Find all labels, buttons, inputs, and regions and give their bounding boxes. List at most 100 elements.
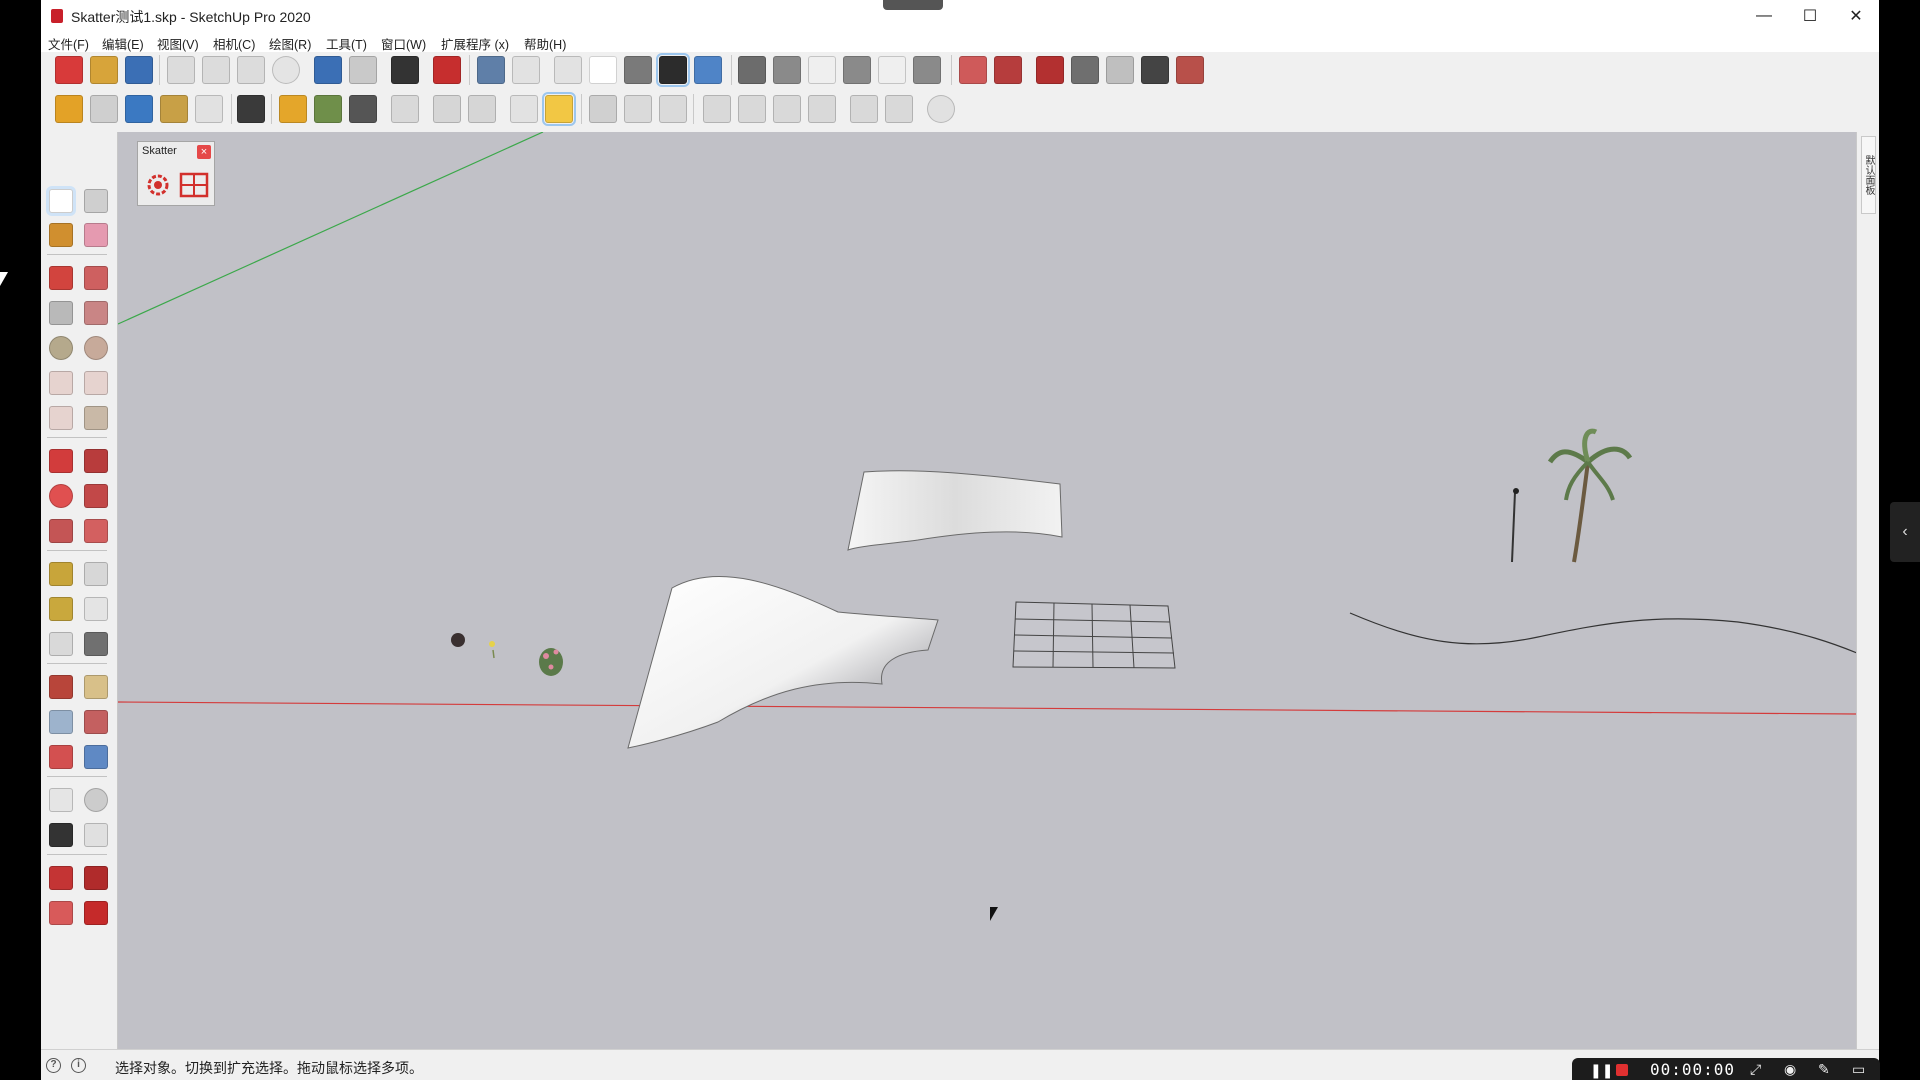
tape-measure-icon[interactable] [49,562,73,586]
palm-tree-object[interactable] [1547,428,1633,563]
sandbox-drape-icon[interactable] [1176,56,1204,84]
menu-window[interactable]: 窗口(W) [381,34,426,53]
upper-surface-object[interactable] [847,470,1063,551]
close-button[interactable]: ✕ [1833,0,1879,32]
scene-1-icon[interactable] [703,95,731,123]
recorder-pen-icon[interactable]: ✎ [1818,1061,1830,1078]
line-tool-icon[interactable] [49,266,73,290]
spline-curve[interactable] [1349,612,1856,662]
skatter-grid-icon[interactable] [178,170,210,200]
render-plant-icon[interactable] [314,95,342,123]
comment-icon[interactable] [510,95,538,123]
grid-object[interactable] [1012,601,1176,669]
vr-headset-icon[interactable] [237,95,265,123]
recorder-fullscreen-icon[interactable]: ⤢ [1750,1061,1761,1078]
zoom-extents-icon[interactable] [49,745,73,769]
three-point-arc-icon[interactable] [49,406,73,430]
back-view-icon[interactable] [878,56,906,84]
minimize-button[interactable]: — [1741,0,1787,32]
rotated-rectangle-icon[interactable] [84,301,108,325]
orbit-tool-icon[interactable] [49,675,73,699]
layer-manager-icon[interactable] [55,95,83,123]
iso-view-icon[interactable] [738,56,766,84]
copy-icon[interactable] [202,56,230,84]
bush-plant-object[interactable] [539,648,563,676]
send-to-layout-icon[interactable] [49,901,73,925]
section-plane-icon[interactable] [589,95,617,123]
menu-edit[interactable]: 编辑(E) [102,34,144,53]
recorder-pause-button[interactable]: ❚❚ [1590,1062,1613,1079]
options-sliders-icon[interactable] [468,95,496,123]
render-frame-icon[interactable] [349,95,377,123]
model-info-icon[interactable] [433,56,461,84]
menu-file[interactable]: 文件(F) [48,34,89,53]
geo-location-status-icon[interactable]: ? [46,1058,61,1073]
scene-4-icon[interactable] [808,95,836,123]
layers-stack-icon[interactable] [125,95,153,123]
section-cuts-icon[interactable] [624,95,652,123]
sphere-object[interactable] [451,633,465,647]
maximize-button[interactable]: ☐ [1787,0,1833,32]
scene-5-icon[interactable] [850,95,878,123]
circle-tool-icon[interactable] [49,336,73,360]
left-view-icon[interactable] [913,56,941,84]
position-camera-icon[interactable] [49,788,73,812]
menu-extensions[interactable]: 扩展程序 (x) [441,34,509,53]
back-edges-style-icon[interactable] [512,56,540,84]
text-tool-icon[interactable] [84,597,108,621]
default-tray-tab[interactable]: 默认面板 [1861,136,1876,214]
skatter-gear-icon[interactable] [142,170,174,200]
top-view-icon[interactable] [773,56,801,84]
recorder-camera-icon[interactable]: ◉ [1784,1061,1796,1078]
erase-selection-icon[interactable] [272,56,300,84]
sound-icon[interactable] [391,95,419,123]
redo-icon[interactable] [349,56,377,84]
extension-warehouse-icon[interactable] [1036,56,1064,84]
eraser-icon[interactable] [84,223,108,247]
previous-view-icon[interactable] [84,745,108,769]
push-pull-icon[interactable] [84,449,108,473]
scale-tool-icon[interactable] [49,519,73,543]
lamp-post-object[interactable] [1511,488,1519,563]
undo-icon[interactable] [314,56,342,84]
print-icon[interactable] [391,56,419,84]
top-drop-tab[interactable] [883,0,943,10]
camera-icon[interactable] [195,95,223,123]
settings-sliders-icon[interactable] [433,95,461,123]
move-tool-icon[interactable] [49,449,73,473]
title-bar[interactable]: Skatter测试1.skp - SketchUp Pro 2020 — ☐ ✕ [41,0,1879,32]
front-view-icon[interactable] [808,56,836,84]
recorder-window-icon[interactable]: ▭ [1852,1061,1865,1078]
side-panel-handle[interactable]: ‹ [1890,502,1920,562]
section-plane-tool-icon[interactable] [84,823,108,847]
monochrome-style-icon[interactable] [694,56,722,84]
axes-tool-icon[interactable] [49,632,73,656]
info-warning-icon[interactable] [542,92,576,126]
warehouse-3d-icon[interactable] [49,866,73,890]
make-component-icon[interactable] [84,189,108,213]
shaded-style-icon[interactable] [624,56,652,84]
recorder-stop-button[interactable] [1616,1064,1628,1076]
open-folder-icon[interactable] [90,56,118,84]
select-tool-icon[interactable] [49,189,73,213]
menu-view[interactable]: 视图(V) [157,34,199,53]
save-icon[interactable] [125,56,153,84]
render-settings-icon[interactable] [279,95,307,123]
small-flower-object[interactable] [489,641,495,659]
cut-icon[interactable] [167,56,195,84]
sandbox-smoove-icon[interactable] [1106,56,1134,84]
offset-tool-icon[interactable] [84,519,108,543]
pie-tool-icon[interactable] [84,406,108,430]
arc-tool-icon[interactable] [49,371,73,395]
scene-2-icon[interactable] [738,95,766,123]
freehand-tool-icon[interactable] [84,266,108,290]
menu-tools[interactable]: 工具(T) [326,34,367,53]
protractor-icon[interactable] [49,597,73,621]
tag-icon[interactable] [160,95,188,123]
look-around-icon[interactable] [84,788,108,812]
wavy-surface-object[interactable] [627,575,939,749]
refresh-icon[interactable] [90,95,118,123]
polygon-tool-icon[interactable] [84,336,108,360]
section-fill-icon[interactable] [659,95,687,123]
right-view-icon[interactable] [843,56,871,84]
